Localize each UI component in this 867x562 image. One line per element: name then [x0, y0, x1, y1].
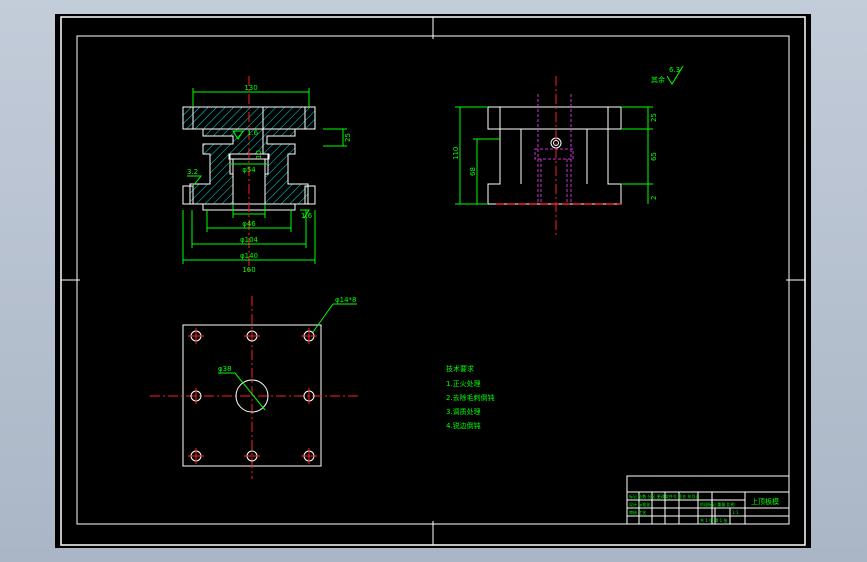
requirement-item: 3.调质处理 [446, 407, 481, 416]
dim-overall-width: 160 [242, 266, 255, 274]
part-name: 上顶板模 [751, 497, 779, 506]
title-cell-sheet: 共 1 张 第 1 张 [700, 517, 727, 523]
technical-requirements: 技术要求 1.正火处理 2.去除毛刺倒钝 3.调质处理 4.锐边倒钝 [446, 364, 495, 430]
title-block: 上顶板模 标记 处数 分区 更改文件号 签名 年月日 设计 标准化 审核 工艺 … [626, 475, 790, 525]
front-section-right [262, 106, 316, 205]
front-section-left [182, 106, 264, 205]
cad-drawing: 130 1.6 10 φ54 25 3.2 1.6 φ46 φ104 φ140 … [60, 16, 806, 546]
requirement-item: 2.去除毛刺倒钝 [446, 393, 495, 402]
title-cell-scale: 1:1 [732, 510, 739, 515]
hole-label: φ14*8 [335, 296, 356, 304]
outer-frame [60, 16, 806, 546]
dim-height-total: 110 [452, 147, 460, 160]
title-cell-stage: 阶段标记 重量 比例 [700, 501, 735, 507]
dim-top-width: 130 [244, 84, 257, 92]
dim-right-height: 25 [344, 133, 352, 142]
dim-chamfer-left: 3.2 [187, 168, 198, 176]
dim-step-height: 10 [255, 150, 263, 159]
dim-right-2: 2 [650, 196, 658, 200]
roughness-value: 6.3 [669, 66, 680, 74]
front-section-view: 130 1.6 10 φ54 25 3.2 1.6 φ46 φ104 φ140 … [182, 76, 352, 274]
dim-right-25: 25 [650, 113, 658, 122]
side-view: 其余 6.3 110 68 25 65 2 [452, 65, 684, 236]
requirement-item: 1.正火处理 [446, 379, 481, 388]
drawing-sheet: 130 1.6 10 φ54 25 3.2 1.6 φ46 φ104 φ140 … [55, 14, 811, 548]
dim-inner-dia: φ46 [242, 220, 256, 228]
dim-bore-mid: φ54 [242, 166, 256, 174]
dim-bore-top-roughness: 1.6 [247, 129, 259, 137]
requirements-title: 技术要求 [446, 364, 474, 373]
dim-height-68: 68 [469, 167, 477, 176]
dim-right-65: 65 [650, 152, 658, 161]
title-row-1: 标记 处数 分区 更改文件号 签名 年月日 [629, 493, 699, 499]
title-row-3: 审核 工艺 [629, 509, 646, 515]
title-row-2: 设计 标准化 [629, 501, 650, 507]
dim-dia-104: φ104 [240, 236, 259, 244]
roughness-label: 其余 [651, 75, 665, 84]
dim-dia-140: φ140 [240, 252, 258, 260]
center-hole-label: φ38 [218, 365, 232, 373]
top-view: φ14*8 φ38 [150, 296, 360, 479]
requirement-item: 4.锐边倒钝 [446, 421, 481, 430]
dim-bottom-roughness: 1.6 [301, 212, 313, 220]
